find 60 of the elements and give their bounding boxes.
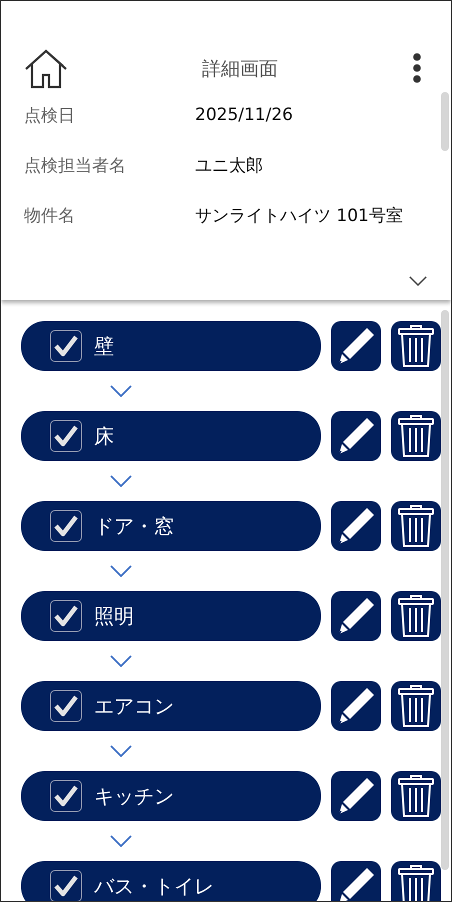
edit-button[interactable] bbox=[331, 681, 381, 731]
category-label: バス・トイレ bbox=[94, 872, 214, 900]
checkbox[interactable] bbox=[50, 780, 82, 812]
trash-icon bbox=[396, 774, 436, 818]
chevron-down-icon bbox=[110, 834, 132, 848]
checkbox[interactable] bbox=[50, 600, 82, 632]
edit-button[interactable] bbox=[331, 771, 381, 821]
chevron-down-icon bbox=[110, 654, 132, 668]
screen-title: 詳細画面 bbox=[202, 57, 278, 82]
category-label: ドア・窓 bbox=[94, 512, 174, 540]
trash-icon bbox=[396, 504, 436, 548]
field-value: ユニ太郎 bbox=[195, 154, 263, 176]
delete-button[interactable] bbox=[391, 591, 441, 641]
category-item[interactable]: 床 bbox=[21, 411, 321, 461]
trash-icon bbox=[396, 324, 436, 368]
field-value: サンライトハイツ 101号室 bbox=[195, 204, 403, 226]
trash-icon bbox=[396, 684, 436, 728]
checkbox[interactable] bbox=[50, 870, 82, 901]
edit-button[interactable] bbox=[331, 501, 381, 551]
more-icon[interactable] bbox=[412, 53, 422, 85]
edit-button[interactable] bbox=[331, 591, 381, 641]
delete-button[interactable] bbox=[391, 501, 441, 551]
category-item[interactable]: キッチン bbox=[21, 771, 321, 821]
trash-icon bbox=[396, 594, 436, 638]
checkbox[interactable] bbox=[50, 510, 82, 542]
field-label: 点検担当者名 bbox=[24, 154, 127, 176]
category-label: キッチン bbox=[94, 782, 174, 810]
scrollbar[interactable] bbox=[441, 92, 449, 151]
field-label: 物件名 bbox=[24, 204, 76, 226]
chevron-down-icon bbox=[110, 744, 132, 758]
category-label: 床 bbox=[94, 422, 114, 450]
chevron-down-icon bbox=[409, 276, 427, 286]
edit-button[interactable] bbox=[331, 321, 381, 371]
home-icon[interactable] bbox=[24, 49, 68, 89]
checkbox[interactable] bbox=[50, 690, 82, 722]
delete-button[interactable] bbox=[391, 321, 441, 371]
field-value: 2025/11/26 bbox=[195, 105, 293, 125]
edit-button[interactable] bbox=[331, 411, 381, 461]
category-item[interactable]: エアコン bbox=[21, 681, 321, 731]
delete-button[interactable] bbox=[391, 681, 441, 731]
category-label: 照明 bbox=[94, 602, 134, 630]
trash-icon bbox=[396, 414, 436, 458]
chevron-down-icon bbox=[110, 564, 132, 578]
field-label: 点検日 bbox=[24, 104, 76, 126]
category-item[interactable]: バス・トイレ bbox=[21, 861, 321, 901]
delete-button[interactable] bbox=[391, 411, 441, 461]
scrollbar[interactable] bbox=[441, 310, 449, 870]
category-item[interactable]: 照明 bbox=[21, 591, 321, 641]
category-label: エアコン bbox=[94, 692, 174, 720]
delete-button[interactable] bbox=[391, 771, 441, 821]
edit-button[interactable] bbox=[331, 861, 381, 901]
chevron-down-icon bbox=[110, 384, 132, 398]
chevron-down-icon bbox=[110, 474, 132, 488]
category-item[interactable]: 壁 bbox=[21, 321, 321, 371]
checkbox[interactable] bbox=[50, 330, 82, 362]
category-label: 壁 bbox=[94, 332, 114, 360]
checkbox[interactable] bbox=[50, 420, 82, 452]
delete-button[interactable] bbox=[391, 861, 441, 901]
expand-button[interactable] bbox=[409, 276, 427, 286]
category-item[interactable]: ドア・窓 bbox=[21, 501, 321, 551]
